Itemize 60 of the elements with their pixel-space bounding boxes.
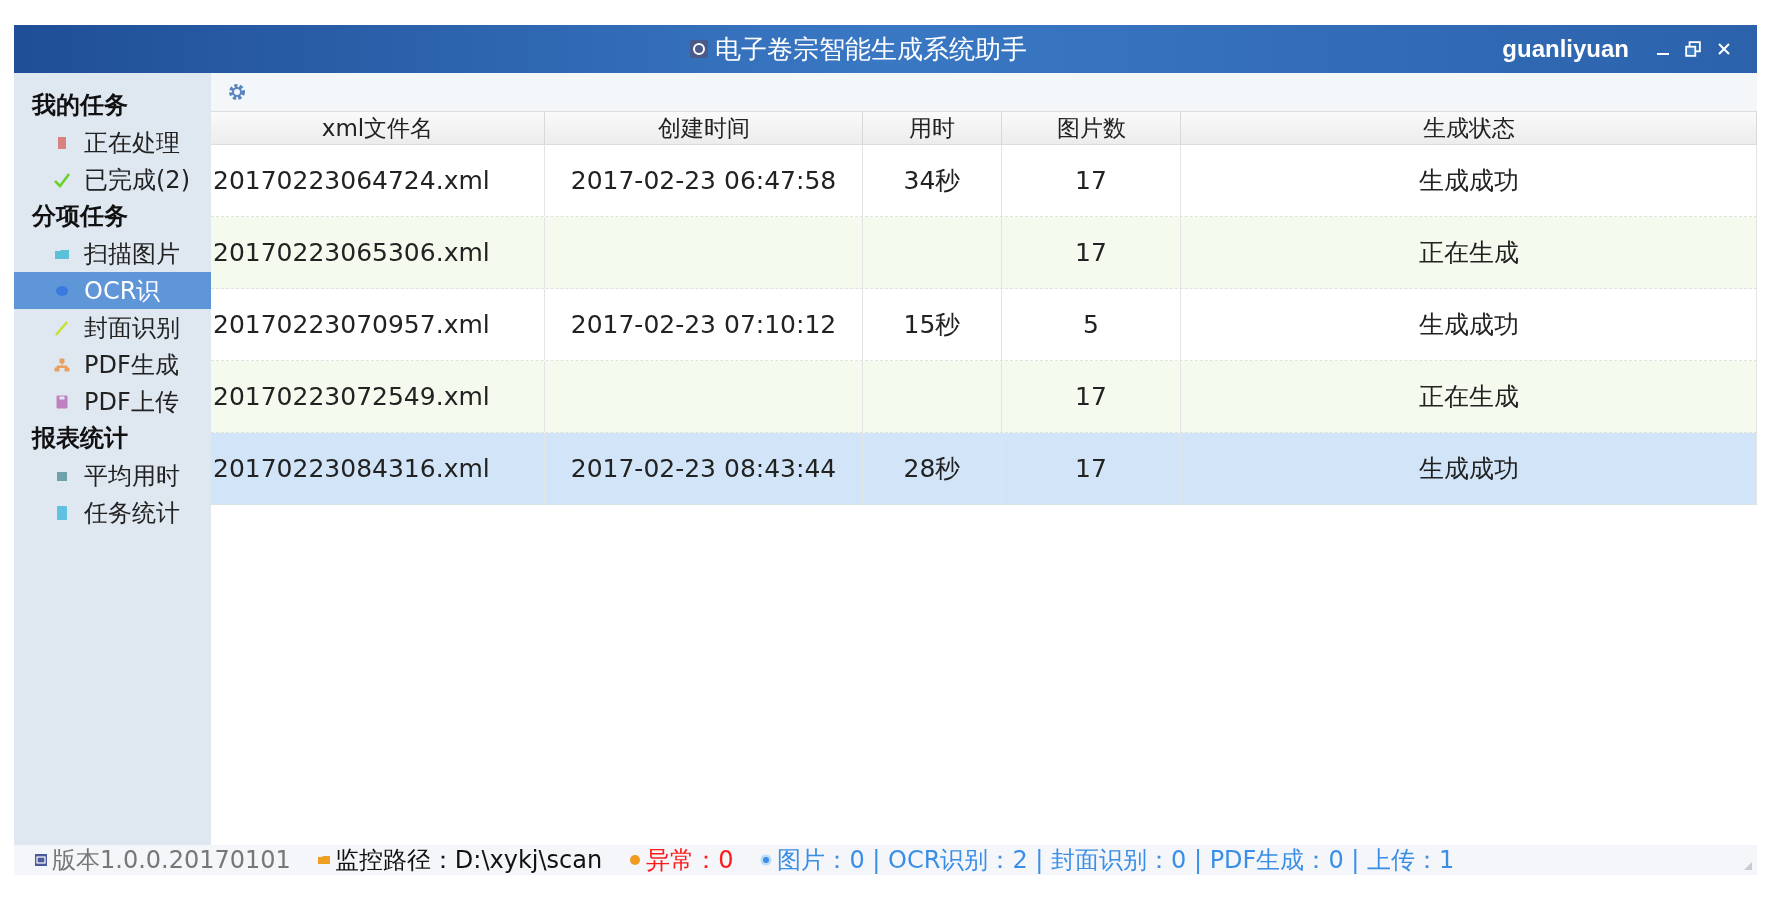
status-text: 版本1.0.0.20170101 bbox=[52, 845, 291, 876]
sidebar-heading: 我的任务 bbox=[31, 90, 129, 121]
table-cell: 17 bbox=[1075, 238, 1107, 267]
column-header[interactable]: 图片数 bbox=[1002, 112, 1181, 144]
sidebar-item[interactable]: 正在处理 bbox=[14, 124, 211, 161]
table-cell: 20170223064724.xml bbox=[213, 166, 490, 195]
check-icon bbox=[54, 171, 70, 188]
status-text: 监控路径：D:\xykj\scan bbox=[334, 845, 603, 876]
table-cell-text: 生成成功 bbox=[1418, 309, 1519, 341]
minimize-icon bbox=[1657, 53, 1669, 55]
table-cell: 20170223084316.xml bbox=[213, 454, 490, 483]
dot-icon bbox=[628, 853, 643, 867]
sidebar-item[interactable]: 任务统计 bbox=[14, 494, 211, 531]
table-cell-text: 15秒 bbox=[903, 309, 961, 341]
close-icon bbox=[1717, 42, 1731, 56]
table-row[interactable]: 20170223072549.xml 17 正在生成 bbox=[211, 361, 1757, 433]
column-header[interactable]: 创建时间 bbox=[545, 112, 863, 144]
status-text: 异常：0 bbox=[646, 845, 734, 876]
table-cell-text: 生成成功 bbox=[1418, 453, 1519, 485]
app-logo-icon bbox=[34, 853, 48, 867]
sidebar-item[interactable]: PDF上传 bbox=[14, 383, 211, 420]
user-name: guanliyuan bbox=[1502, 35, 1629, 63]
table-cell: 20170223072549.xml bbox=[213, 382, 490, 411]
floppy-icon bbox=[54, 393, 70, 410]
dot-icon bbox=[759, 853, 774, 867]
sidebar-heading: 分项任务 bbox=[30, 201, 129, 232]
table-cell: 17 bbox=[1075, 382, 1107, 411]
sidebar-item[interactable]: PDF生成 bbox=[14, 346, 211, 383]
table-cell: 2017-02-23 06:47:58 bbox=[570, 166, 837, 195]
table-cell: 2017-02-23 07:10:12 bbox=[570, 310, 837, 339]
table-cell: 2017-02-23 08:43:44 bbox=[570, 454, 837, 483]
sidebar-heading: 报表统计 bbox=[30, 423, 129, 454]
table-cell-text: 正在生成 bbox=[1418, 381, 1519, 413]
settings-icon[interactable] bbox=[227, 82, 247, 102]
sidebar-item[interactable]: 封面识别 bbox=[14, 309, 211, 346]
window-title: 电子卷宗智能生成系统助手 bbox=[715, 32, 1028, 66]
sidebar-item[interactable]: 扫描图片 bbox=[14, 235, 211, 272]
pen-icon bbox=[54, 319, 70, 336]
hierarchy-icon bbox=[54, 356, 70, 373]
column-header[interactable]: xml文件名 bbox=[211, 112, 545, 144]
restore-icon bbox=[1685, 41, 1701, 57]
table-row[interactable]: 20170223084316.xml 2017-02-23 08:43:44 28秒 17 生成成功 bbox=[211, 433, 1757, 505]
folder-icon bbox=[316, 853, 331, 867]
table-cell-text: 正在生成 bbox=[1418, 237, 1519, 269]
table-cell: 20170223070957.xml bbox=[213, 310, 490, 339]
table-row[interactable]: 20170223065306.xml 17 正在生成 bbox=[211, 217, 1757, 289]
sidebar-item[interactable]: 已完成(2) bbox=[14, 161, 211, 198]
column-header[interactable]: 生成状态 bbox=[1181, 112, 1757, 144]
table-cell-text: 28秒 bbox=[903, 453, 961, 485]
resize-grip-icon[interactable] bbox=[1743, 861, 1753, 871]
app-logo-icon bbox=[689, 39, 710, 59]
table-cell: 17 bbox=[1075, 454, 1107, 483]
column-header[interactable]: 用时 bbox=[863, 112, 1002, 144]
table-cell-text: 生成成功 bbox=[1418, 165, 1519, 197]
status-text: 图片：0 | OCR识别：2 | 封面识别：0 | PDF生成：0 | 上传：1 bbox=[777, 845, 1455, 876]
table-cell: 20170223065306.xml bbox=[213, 238, 490, 267]
table-cell-text: 34秒 bbox=[903, 165, 961, 197]
sidebar-item[interactable]: 平均用时 bbox=[14, 457, 211, 494]
table-cell: 17 bbox=[1075, 166, 1107, 195]
table-cell: 5 bbox=[1083, 310, 1099, 339]
